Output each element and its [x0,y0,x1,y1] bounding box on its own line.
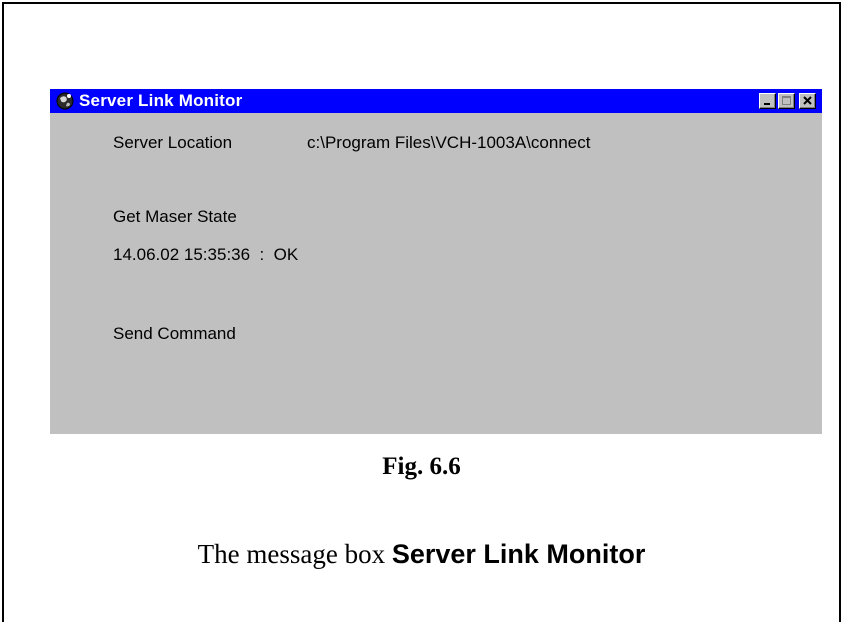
maser-state-status: 14.06.02 15:35:36 : OK [113,245,299,264]
title-bar[interactable]: Server Link Monitor [50,89,822,113]
globe-icon [55,91,75,111]
caption-prefix: The message box [197,539,392,569]
maximize-button[interactable] [778,93,795,109]
maximize-icon [782,96,791,105]
close-icon [803,96,812,105]
figure-number: Fig. 6.6 [382,453,461,480]
get-maser-state-label[interactable]: Get Maser State [113,207,237,227]
window-controls [759,93,816,109]
figure-caption: The message box Server Link Monitor [0,539,843,570]
minimize-icon [764,103,770,105]
window-title: Server Link Monitor [79,91,243,110]
window-content: Server Location c:\Program Files\VCH-100… [50,113,822,434]
server-link-monitor-window: Server Link Monitor Server Location c:\P… [50,89,822,434]
minimize-button[interactable] [759,93,776,109]
server-location-label: Server Location [113,133,233,152]
close-button[interactable] [799,93,816,109]
caption-bold-title: Server Link Monitor [391,539,646,569]
send-command-label[interactable]: Send Command [113,324,236,344]
server-location-value: c:\Program Files\VCH-1003A\connect [307,133,591,152]
